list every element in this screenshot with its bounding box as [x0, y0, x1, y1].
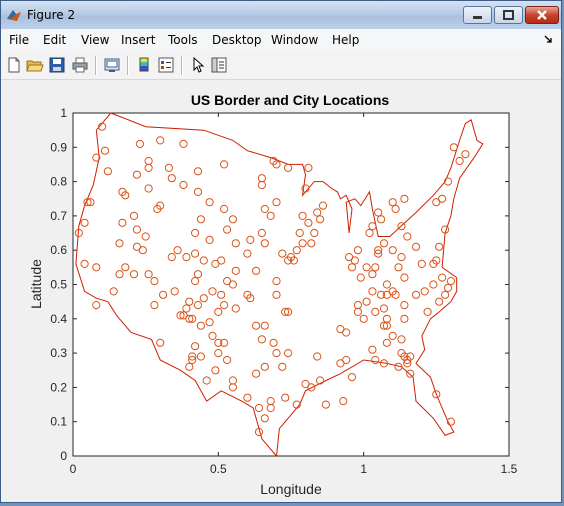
toolbar-separator: [95, 56, 97, 75]
window-title: Figure 2: [27, 8, 76, 22]
toolbar: [1, 51, 561, 80]
close-icon: [537, 10, 547, 20]
y-tick-label: 0.3: [50, 346, 67, 360]
us-border-chart[interactable]: US Border and City Locations 0 0.5 1 1.5 0 0.…: [1, 80, 561, 502]
y-tick-label: 0.1: [50, 415, 67, 429]
x-tick-label: 0.5: [210, 462, 227, 476]
y-tick-label: 0.8: [50, 175, 67, 189]
menu-edit[interactable]: Edit: [43, 33, 66, 47]
open-file-icon[interactable]: [26, 56, 44, 74]
menu-bar: File Edit View Insert Tools Desktop Wind…: [1, 29, 561, 51]
insert-colorbar-icon[interactable]: [135, 56, 153, 74]
new-figure-icon[interactable]: [5, 56, 23, 74]
maximize-button[interactable]: [494, 6, 523, 24]
minimize-icon: [473, 16, 482, 19]
menu-file[interactable]: File: [9, 33, 29, 47]
maximize-icon: [503, 10, 514, 20]
dock-arrow-icon[interactable]: [543, 34, 553, 44]
close-button[interactable]: [525, 6, 559, 24]
y-tick-label: 0.5: [50, 278, 67, 292]
property-inspector-icon[interactable]: [210, 56, 228, 74]
y-tick-label: 0.7: [50, 209, 67, 223]
toolbar-separator: [127, 56, 129, 75]
chart-title: US Border and City Locations: [191, 92, 390, 108]
x-tick-label: 1: [360, 462, 367, 476]
menu-window[interactable]: Window: [271, 33, 318, 47]
y-tick-label: 0.6: [50, 243, 67, 257]
insert-legend-icon[interactable]: [157, 56, 175, 74]
menu-desktop[interactable]: Desktop: [212, 33, 262, 47]
save-icon[interactable]: [48, 56, 66, 74]
x-axis-label: Longitude: [260, 481, 322, 497]
x-tick-label: 1.5: [501, 462, 518, 476]
y-tick-label: 0.2: [50, 380, 67, 394]
figure-window: Figure 2 File Edit View Insert Tools Des…: [0, 0, 562, 503]
y-axis-label: Latitude: [28, 259, 44, 309]
y-tick-label: 0.9: [50, 140, 67, 154]
y-tick-label: 0: [60, 449, 67, 463]
x-tick-label: 0: [70, 462, 77, 476]
title-bar[interactable]: Figure 2: [1, 1, 561, 29]
y-tick-label: 1: [60, 106, 67, 120]
print-icon[interactable]: [71, 56, 89, 74]
link-plot-icon[interactable]: [103, 56, 121, 74]
edit-plot-arrow-icon[interactable]: [189, 56, 207, 74]
toolbar-separator: [181, 56, 183, 75]
minimize-button[interactable]: [463, 6, 492, 24]
matlab-icon: [7, 10, 21, 21]
figure-canvas: US Border and City Locations 0 0.5 1 1.5 0 0.…: [1, 80, 561, 502]
menu-tools[interactable]: Tools: [168, 33, 198, 47]
y-tick-label: 0.4: [50, 312, 67, 326]
menu-help[interactable]: Help: [332, 33, 359, 47]
menu-view[interactable]: View: [81, 33, 109, 47]
menu-insert[interactable]: Insert: [121, 33, 155, 47]
